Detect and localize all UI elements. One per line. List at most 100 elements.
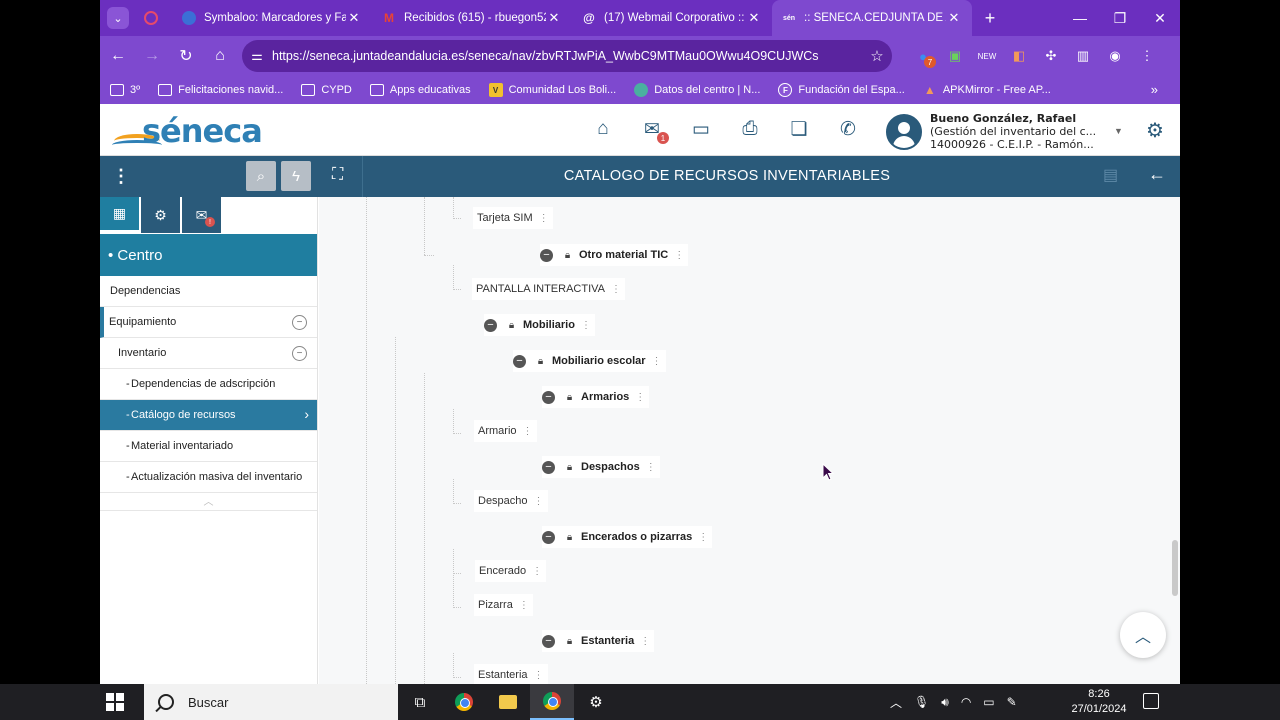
pdf-icon[interactable]: ▤ <box>1103 165 1118 185</box>
tree-node-estanteria[interactable]: − 🔒︎ Estanteria ⋮ <box>542 630 655 652</box>
close-icon[interactable]: ✕ <box>746 10 762 26</box>
scroll-to-top-button[interactable]: ︿ <box>1120 612 1166 658</box>
user-menu[interactable]: Bueno González, Rafael (Gestión del inve… <box>886 112 1126 152</box>
kebab-icon[interactable]: ⋮ <box>532 566 542 577</box>
collapse-minus-icon[interactable]: − <box>542 390 555 404</box>
print-icon[interactable]: ⎙ <box>737 116 763 142</box>
tree-leaf-pantalla-interactiva[interactable]: PANTALLA INTERACTIVA ⋮ <box>472 278 625 300</box>
lightning-icon[interactable]: ϟ <box>281 161 311 191</box>
kebab-menu-icon[interactable]: ⋮ <box>1134 40 1160 72</box>
url-text[interactable]: https://seneca.juntadeandalucia.es/senec… <box>272 49 862 63</box>
battery-icon[interactable]: ▭ <box>983 695 994 709</box>
vertical-dots-menu-icon[interactable]: ⋮ <box>112 166 130 187</box>
kebab-icon[interactable]: ⋮ <box>519 600 529 611</box>
speaker-icon[interactable]: 🔊︎ <box>941 695 949 710</box>
chrome-icon[interactable] <box>442 684 486 720</box>
scrollbar[interactable] <box>1172 540 1178 596</box>
collapse-icon[interactable]: − <box>292 346 307 361</box>
kebab-icon[interactable]: ⋮ <box>581 320 591 331</box>
kebab-icon[interactable]: ⋮ <box>646 462 656 473</box>
sidebar-item-catalogo[interactable]: - Catálogo de recursos › <box>100 400 317 431</box>
sidebar-item-dependencias-adscripcion[interactable]: - Dependencias de adscripción <box>100 369 317 400</box>
minimize-icon[interactable]: — <box>1060 0 1100 36</box>
kebab-icon[interactable]: ⋮ <box>674 250 684 261</box>
collapse-minus-icon[interactable]: − <box>484 318 497 332</box>
kebab-icon[interactable]: ⋮ <box>539 213 549 224</box>
tree-node-encerados[interactable]: − 🔒︎ Encerados o pizarras ⋮ <box>542 526 713 548</box>
tab-gmail[interactable]: M Recibidos (615) - rbuegon523 ✕ <box>372 0 572 36</box>
tab-search-button[interactable]: ⌄ <box>100 0 136 36</box>
expand-icon[interactable]: ⛶ <box>332 166 343 184</box>
address-bar[interactable]: ⚌ https://seneca.juntadeandalucia.es/sen… <box>242 40 892 72</box>
tree-node-mobiliario-escolar[interactable]: − 🔒︎ Mobiliario escolar ⋮ <box>513 350 666 372</box>
tab-recording[interactable] <box>136 0 172 36</box>
settings-gear-icon[interactable]: ⚙ <box>574 684 618 720</box>
collapse-minus-icon[interactable]: − <box>513 354 526 368</box>
chrome-profile-icon[interactable] <box>530 684 574 720</box>
reload-icon[interactable]: ↻ <box>170 40 202 72</box>
maximize-icon[interactable]: ❐ <box>1100 0 1140 36</box>
bookmark-apkmirror[interactable]: ▲ APKMirror - Free AP... <box>923 83 1051 97</box>
puzzle-icon[interactable]: ✣ <box>1038 40 1064 72</box>
kebab-icon[interactable]: ⋮ <box>652 356 662 367</box>
close-icon[interactable]: ✕ <box>946 10 962 26</box>
tab-building[interactable]: ▦ <box>100 197 139 233</box>
sidebar-item-material-inventariado[interactable]: - Material inventariado <box>100 431 317 462</box>
collapse-minus-icon[interactable]: − <box>540 248 553 262</box>
extension-green-icon[interactable]: ▣ <box>942 40 968 72</box>
file-explorer-icon[interactable] <box>486 684 530 720</box>
extension-icon[interactable]: ● 7 <box>910 40 936 72</box>
folder-open-icon[interactable]: ▭ <box>688 116 714 142</box>
tree-leaf-pizarra[interactable]: Pizarra ⋮ <box>474 594 533 616</box>
kebab-icon[interactable]: ⋮ <box>523 426 533 437</box>
microphone-icon[interactable]: 🎙︎ <box>914 695 929 709</box>
tree-leaf-encerado[interactable]: Encerado ⋮ <box>475 560 547 582</box>
mail-icon[interactable]: ✉ 1 <box>639 116 669 144</box>
bookmark-folder-cypd[interactable]: CYPD <box>301 84 352 96</box>
tab-symbaloo[interactable]: Symbaloo: Marcadores y Favo ✕ <box>172 0 372 36</box>
tab-seneca[interactable]: sén :: SENECA.CEDJUNTA DE AND ✕ <box>772 0 972 36</box>
caret-down-icon[interactable]: ▼ <box>1114 126 1123 136</box>
sidebar-item-dependencias[interactable]: Dependencias <box>100 276 317 307</box>
bookmark-folder-3[interactable]: 3º <box>110 84 140 96</box>
kebab-icon[interactable]: ⋮ <box>534 670 544 681</box>
extension-new-icon[interactable]: NEW <box>974 40 1000 72</box>
sidebar-section-title[interactable]: • Centro <box>100 234 317 276</box>
task-view-icon[interactable]: ⧉ <box>398 684 442 720</box>
more-bookmarks-icon[interactable]: » <box>1151 82 1158 97</box>
tab-webmail[interactable]: @ (17) Webmail Corporativo :: E ✕ <box>572 0 772 36</box>
chevron-up-icon[interactable]: ︿ <box>100 493 317 511</box>
collapse-minus-icon[interactable]: − <box>542 460 555 474</box>
taskbar-search[interactable]: Buscar <box>144 684 398 720</box>
documents-icon[interactable]: ❏ <box>786 116 812 142</box>
back-arrow-icon[interactable]: ← <box>102 40 134 72</box>
tab-messages[interactable]: ✉! <box>182 197 221 233</box>
tree-node-otro-material-tic[interactable]: − 🔒︎ Otro material TIC ⋮ <box>540 244 689 266</box>
tree-leaf-armario[interactable]: Armario ⋮ <box>474 420 537 442</box>
close-icon[interactable]: ✕ <box>546 10 562 26</box>
sidebar-item-actualizacion-masiva[interactable]: - Actualización masiva del inventario <box>100 462 317 493</box>
close-icon[interactable]: ✕ <box>346 10 362 26</box>
collapse-minus-icon[interactable]: − <box>542 634 555 648</box>
search-icon[interactable]: ⌕ <box>246 161 276 191</box>
phone-icon[interactable]: ✆ <box>835 116 861 142</box>
tree-node-mobiliario[interactable]: − 🔒︎ Mobiliario ⋮ <box>484 314 595 336</box>
clock[interactable]: 8:26 27/01/2024 <box>1064 687 1134 717</box>
home-icon[interactable]: ⌂ <box>204 40 236 72</box>
extension-flag-icon[interactable]: ◧ <box>1006 40 1032 72</box>
tree-leaf-estanteria[interactable]: Estanteria ⋮ <box>474 664 548 684</box>
kebab-icon[interactable]: ⋮ <box>640 636 650 647</box>
new-tab-button[interactable]: + <box>972 0 1008 36</box>
bookmark-star-icon[interactable]: ☆ <box>862 47 892 65</box>
kebab-icon[interactable]: ⋮ <box>534 496 544 507</box>
home-icon[interactable]: ⌂ <box>590 116 616 142</box>
back-arrow-icon[interactable]: ← <box>1148 164 1166 185</box>
site-info-icon[interactable]: ⚌ <box>242 48 272 64</box>
profile-icon[interactable]: ◉ <box>1102 40 1128 72</box>
bookmark-fundacion[interactable]: F Fundación del Espa... <box>778 83 905 97</box>
tree-leaf-tarjeta-sim[interactable]: Tarjeta SIM ⋮ <box>473 207 553 229</box>
bookmark-comunidad[interactable]: V Comunidad Los Boli... <box>488 83 616 97</box>
collapse-icon[interactable]: − <box>292 315 307 330</box>
wifi-icon[interactable]: ◠ <box>961 695 971 709</box>
sidebar-item-inventario[interactable]: Inventario − <box>100 338 317 369</box>
